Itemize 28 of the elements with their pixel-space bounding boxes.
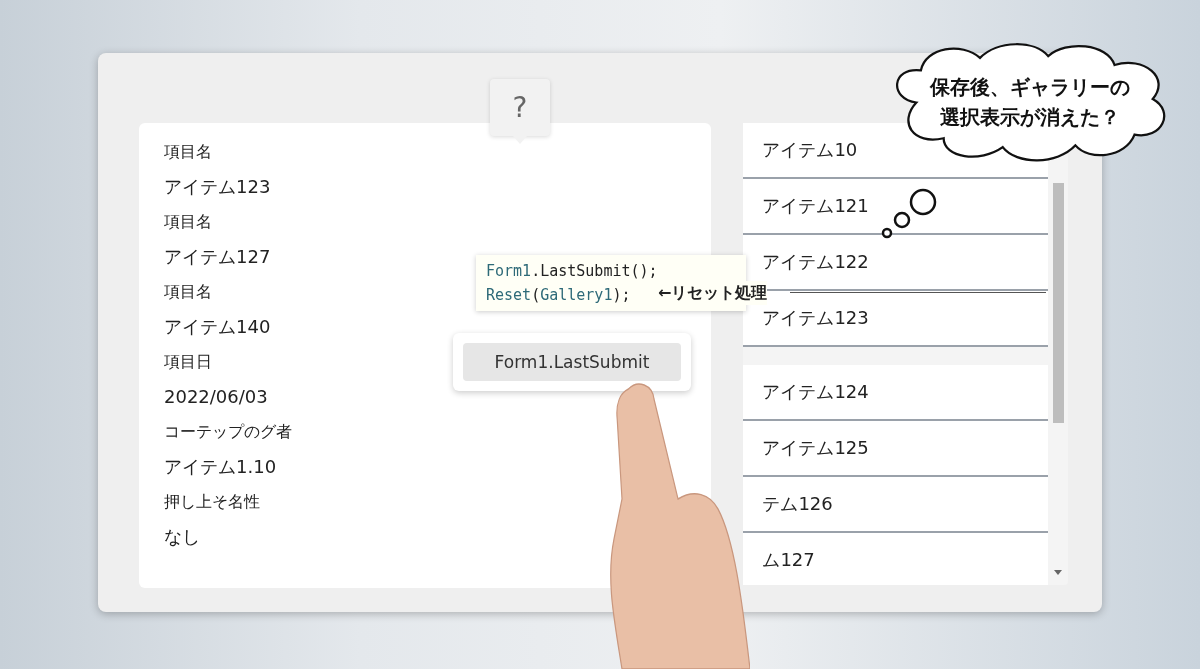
gallery-item[interactable]: アイテム124 [762, 381, 869, 402]
gallery-item[interactable]: アイテム125 [762, 437, 869, 458]
field-value: アイテム127 [164, 245, 271, 269]
field-value: 2022/06/03 [164, 385, 268, 409]
scrollbar-thumb[interactable] [1053, 183, 1064, 423]
field-label: コーテップのグ者 [164, 421, 292, 443]
gallery-item[interactable]: アイテム121 [762, 195, 869, 216]
help-button[interactable]: ? [490, 79, 550, 136]
submit-button[interactable]: Form1.LastSubmit [463, 343, 681, 381]
field-label: 項目名 [164, 281, 212, 303]
thought-text: 保存後、ギャラリーの 選択表示が消えた？ [929, 74, 1131, 131]
field-label: 押し上そ名性 [164, 491, 260, 513]
gallery-item[interactable]: アイテム10 [762, 139, 858, 160]
gallery-item[interactable]: ム127 [762, 549, 815, 570]
field-value: なし [164, 525, 200, 549]
gallery-item[interactable]: アイテム122 [762, 251, 869, 272]
scroll-down-icon[interactable] [1054, 570, 1062, 575]
field-value: アイテム140 [164, 315, 271, 339]
field-label: 項目名 [164, 211, 212, 233]
field-value: アイテム123 [164, 175, 271, 199]
code-line: Reset(Gallery1); [486, 285, 631, 306]
annotation-text: ←リセット処理 [658, 281, 768, 305]
field-label: 項目名 [164, 141, 212, 163]
field-value: アイテム1.10 [164, 455, 277, 479]
code-line: Form1.LastSubmit(); [486, 261, 658, 282]
gallery-item[interactable]: アイテム123 [762, 307, 869, 328]
field-label: 項目日 [164, 351, 212, 373]
gallery-item[interactable]: テム126 [762, 493, 833, 514]
